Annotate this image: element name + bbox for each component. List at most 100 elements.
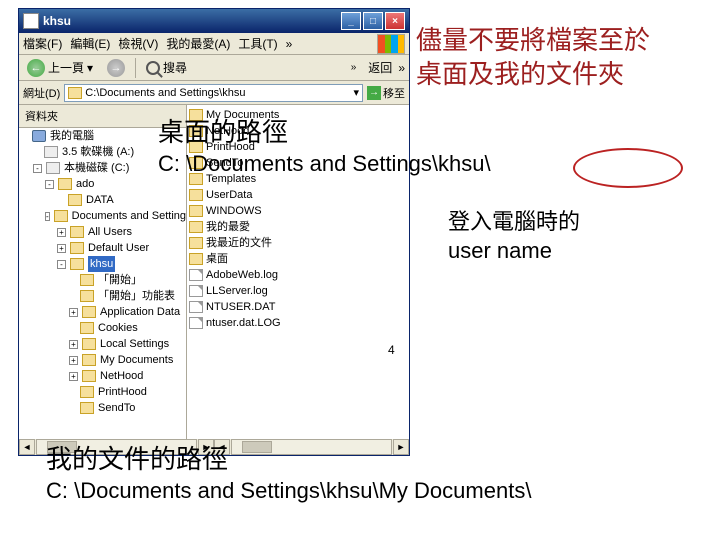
menu-favorites[interactable]: 我的最愛(A) [166,35,230,52]
tree-item-label: 我的電腦 [50,128,94,144]
search-button[interactable]: 搜尋 [142,57,191,78]
drive-icon [44,146,58,158]
collapse-icon[interactable]: - [45,212,50,221]
folder-icon [80,290,94,302]
tree-item-label: 「開始」功能表 [98,288,175,304]
window-icon [23,13,39,29]
tree-item-label: 3.5 軟碟機 (A:) [62,144,134,160]
file-icon [189,317,203,329]
tree-item[interactable]: PrintHood [19,384,186,400]
expand-icon[interactable]: + [69,340,78,349]
tree-item[interactable]: 「開始」 [19,272,186,288]
list-item[interactable]: UserData [189,187,407,203]
tree-item[interactable]: - Documents and Settings [19,208,186,224]
list-item-label: WINDOWS [206,203,262,219]
expand-icon[interactable]: + [69,356,78,365]
list-item[interactable]: LLServer.log [189,283,407,299]
tree-item-label: SendTo [98,400,135,416]
list-item[interactable]: 我的最愛 [189,219,407,235]
folder-icon [82,354,96,366]
menu-more[interactable]: » [286,37,293,51]
list-item[interactable]: AdobeWeb.log [189,267,407,283]
list-item[interactable]: 桌面 [189,251,407,267]
list-item-label: UserData [206,187,252,203]
toolbar-overflow[interactable]: » [351,62,357,73]
collapse-icon[interactable]: - [33,164,42,173]
tree-item[interactable]: +Application Data [19,304,186,320]
address-label: 網址(D) [23,85,60,101]
expand-icon[interactable]: + [69,372,78,381]
folder-icon [189,189,203,201]
folder-icon [58,178,72,190]
annotation-warning: 儘量不要將檔案至於 桌面及我的文件夾 [416,24,650,92]
expand-icon[interactable]: + [57,228,66,237]
folder-icon [82,370,96,382]
folder-icon [189,221,203,233]
folder-icon [54,210,68,222]
tree-item-label: 「開始」 [98,272,142,288]
folder-icon [70,242,84,254]
title-bar[interactable]: khsu _ □ × [19,9,409,33]
tree-item-label: DATA [86,192,114,208]
forward-button[interactable]: → [103,57,129,79]
menu-bar: 檔案(F) 編輯(E) 檢視(V) 我的最愛(A) 工具(T) » [19,33,409,55]
tree-item-label: khsu [88,256,115,272]
collapse-icon[interactable]: - [45,180,54,189]
file-icon [189,301,203,313]
tree-item[interactable]: 「開始」功能表 [19,288,186,304]
toolbar: ←上一頁 ▾ → 搜尋 » 返回 » [19,55,409,81]
maximize-button[interactable]: □ [363,12,383,30]
folder-icon [70,258,84,270]
folder-icon [68,87,82,99]
menu-view[interactable]: 檢視(V) [118,35,158,52]
close-button[interactable]: × [385,12,405,30]
tree-item[interactable]: +My Documents [19,352,186,368]
folder-icon [189,205,203,217]
folder-icon [82,338,96,350]
list-item[interactable]: ntuser.dat.LOG [189,315,407,331]
address-bar: 網址(D) C:\Documents and Settings\khsu ▾ →… [19,81,409,105]
back-button[interactable]: ←上一頁 ▾ [23,57,97,79]
folder-icon [80,386,94,398]
tree-item[interactable]: + All Users [19,224,186,240]
annotation-circle-khsu [573,148,683,188]
tree-item-label: Documents and Settings [72,208,187,224]
expand-icon[interactable]: + [57,244,66,253]
folder-icon [80,274,94,286]
list-item-label: LLServer.log [206,283,268,299]
tree-item[interactable]: +Local Settings [19,336,186,352]
tree-item[interactable]: Cookies [19,320,186,336]
expand-icon[interactable]: + [69,308,78,317]
minimize-button[interactable]: _ [341,12,361,30]
list-item-label: AdobeWeb.log [206,267,278,283]
tree-item-label: 本機磁碟 (C:) [64,160,129,176]
menu-edit[interactable]: 編輯(E) [70,35,110,52]
toolbar-more-2[interactable]: » [398,61,405,75]
folder-icon [82,306,96,318]
tree-item[interactable]: - khsu [19,256,186,272]
tree-item[interactable]: SendTo [19,400,186,416]
tree-item[interactable]: DATA [19,192,186,208]
window-title: khsu [43,14,337,28]
scroll-left-button[interactable]: ◄ [19,439,35,455]
collapse-icon[interactable]: - [57,260,66,269]
list-item[interactable]: 我最近的文件 [189,235,407,251]
list-item[interactable]: NTUSER.DAT [189,299,407,315]
address-input[interactable]: C:\Documents and Settings\khsu ▾ [64,84,363,102]
tree-item-label: PrintHood [98,384,147,400]
address-value: C:\Documents and Settings\khsu [85,87,245,99]
tree-item[interactable]: +NetHood [19,368,186,384]
list-item[interactable]: WINDOWS [189,203,407,219]
go-button[interactable]: →移至 [367,85,405,101]
menu-file[interactable]: 檔案(F) [23,35,62,52]
folder-icon [68,194,82,206]
menu-tools[interactable]: 工具(T) [238,35,277,52]
tree-item[interactable]: -ado [19,176,186,192]
tree-item[interactable]: +Default User [19,240,186,256]
annotation-desktop-path: 桌面的路徑 C: \Documents and Settings\khsu\ [158,116,491,178]
folder-icon [70,226,84,238]
back-text-button[interactable]: 返回 [368,59,392,76]
search-icon [146,61,160,75]
tree-item-label: All Users [88,224,132,240]
list-item-label: ntuser.dat.LOG [206,315,281,331]
